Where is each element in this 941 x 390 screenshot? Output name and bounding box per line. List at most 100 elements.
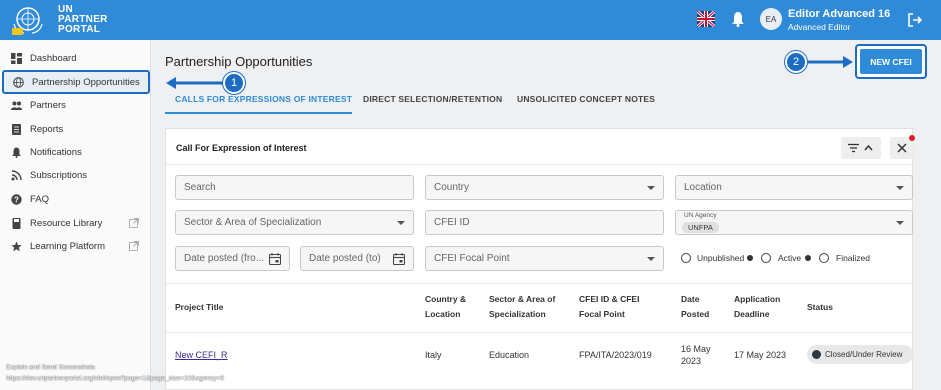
country-select-label: Country: [434, 182, 470, 193]
sidebar-item-label: Resource Library: [30, 217, 103, 229]
sector-select-label: Sector & Area of Specialization: [184, 217, 322, 228]
user-role: Advanced Editor: [788, 22, 851, 32]
sidebar-item-label: Partners: [30, 99, 66, 111]
logout-icon[interactable]: [907, 12, 923, 28]
cell-sector: Education: [489, 350, 530, 360]
un-agency-chip[interactable]: UNFPA: [682, 222, 719, 233]
bell-icon: [12, 147, 21, 158]
radio-active[interactable]: [761, 253, 771, 263]
uk-flag-icon[interactable]: [697, 11, 715, 27]
chevron-up-icon: [864, 144, 873, 151]
help-icon: ?: [11, 193, 22, 205]
focal-point-select[interactable]: CFEI Focal Point: [425, 246, 664, 271]
new-cfei-button[interactable]: NEW CFEI: [860, 49, 922, 74]
status-badge: Closed/Under Review: [807, 345, 913, 364]
date-to-input[interactable]: Date posted (to): [300, 246, 414, 271]
radio-unpublished[interactable]: [681, 253, 691, 263]
globe-icon: [13, 76, 24, 88]
location-select-label: Location: [684, 182, 722, 193]
chevron-down-icon: [647, 257, 655, 261]
sidebar-item-partnership-opportunities[interactable]: Partnership Opportunities: [2, 70, 150, 94]
date-from-input[interactable]: Date posted (fro...: [175, 246, 290, 271]
cell-country: Italy: [425, 350, 442, 360]
people-icon: [11, 101, 22, 110]
book-icon: [12, 217, 21, 229]
avatar[interactable]: EA: [760, 8, 782, 30]
overlay-caption: Explain and Send Screenshots: [6, 364, 95, 371]
report-icon: [12, 123, 21, 135]
country-select[interactable]: Country: [425, 175, 664, 200]
chevron-down-icon: [896, 186, 904, 190]
user-name[interactable]: Editor Advanced 16: [788, 8, 890, 20]
radio-active-label: Active: [778, 253, 802, 263]
table-divider: [166, 283, 912, 284]
sidebar-item-label: Learning Platform: [30, 240, 105, 252]
col-deadline[interactable]: Application Deadline: [734, 292, 780, 322]
tab-calls-for-expressions[interactable]: CALLS FOR EXPRESSIONS OF INTEREST: [175, 94, 352, 104]
overlay-url: https://dev.unpartnerportal.org/cfei/ope…: [6, 375, 224, 382]
sidebar-item-partners[interactable]: Partners: [0, 95, 151, 115]
annotation-badge-1: 1: [223, 72, 245, 94]
project-title-link[interactable]: New CEFI_R: [175, 349, 228, 361]
status-dot: [812, 350, 821, 359]
top-bar: UN PARTNER PORTAL EA Editor Advanced 16 …: [0, 0, 941, 40]
rss-icon: [11, 169, 22, 180]
col-date-posted[interactable]: Date Posted: [681, 292, 709, 322]
sidebar-item-subscriptions[interactable]: Subscriptions: [0, 165, 151, 185]
sidebar-item-faq[interactable]: ? FAQ: [0, 189, 151, 209]
col-cfei-id[interactable]: CFEI ID & CFEI Focal Point: [579, 292, 639, 322]
table-divider: [166, 332, 912, 333]
status-label: Closed/Under Review: [825, 350, 903, 359]
location-select[interactable]: Location: [675, 175, 913, 200]
tab-direct-selection[interactable]: DIRECT SELECTION/RETENTION: [363, 94, 502, 104]
annotation-badge-2: 2: [785, 51, 807, 73]
panel-header: Call For Expression of Interest: [166, 129, 915, 165]
calendar-icon[interactable]: [393, 253, 405, 265]
active-tab-indicator: [165, 112, 352, 114]
radio-unpublished-label: Unpublished: [697, 253, 745, 263]
sidebar-item-label: Notifications: [30, 146, 82, 158]
col-sector[interactable]: Sector & Area of Specialization: [489, 292, 555, 322]
sidebar-item-reports[interactable]: Reports: [0, 119, 151, 139]
info-icon: [747, 255, 753, 261]
calendar-icon[interactable]: [269, 253, 281, 265]
chevron-down-icon: [896, 221, 904, 225]
dashboard-icon: [11, 52, 22, 64]
sidebar-item-label: Dashboard: [30, 52, 77, 64]
radio-finalized-label: Finalized: [836, 253, 871, 263]
notifications-bell-icon[interactable]: [731, 11, 745, 27]
sector-select[interactable]: Sector & Area of Specialization: [175, 210, 414, 235]
close-icon: [897, 143, 907, 153]
un-agency-select[interactable]: UN Agency UNFPA: [675, 210, 913, 235]
sidebar-item-label: FAQ: [30, 193, 50, 205]
new-cfei-highlight: NEW CFEI: [855, 44, 927, 79]
col-country[interactable]: Country & Location: [425, 292, 466, 322]
radio-finalized[interactable]: [819, 253, 829, 263]
un-agency-label: UN Agency: [684, 212, 717, 219]
sidebar: Dashboard Partnership Opportunities Part…: [0, 40, 151, 390]
page-title: Partnership Opportunities: [165, 54, 313, 69]
sidebar-item-resource-library[interactable]: Resource Library: [0, 213, 151, 233]
sidebar-item-notifications[interactable]: Notifications: [0, 142, 151, 162]
external-link-icon: [129, 218, 139, 228]
info-icon: [805, 255, 811, 261]
chevron-down-icon: [647, 186, 655, 190]
col-status[interactable]: Status: [807, 300, 833, 315]
sidebar-item-label: Reports: [30, 123, 64, 135]
sidebar-item-learning-platform[interactable]: Learning Platform: [0, 236, 151, 256]
cell-date-posted: 16 May 2023: [681, 344, 711, 366]
col-project-title[interactable]: Project Title: [175, 300, 224, 315]
focal-point-label: CFEI Focal Point: [434, 253, 510, 264]
date-from-label: Date posted (fro...: [184, 253, 265, 264]
search-input[interactable]: Search: [175, 175, 414, 200]
star-icon: [11, 241, 22, 251]
sidebar-item-dashboard[interactable]: Dashboard: [0, 48, 151, 68]
tab-unsolicited-concept-notes[interactable]: UNSOLICITED CONCEPT NOTES: [517, 94, 655, 104]
active-filter-dot: [909, 135, 915, 141]
cfei-id-input[interactable]: CFEI ID: [425, 210, 664, 235]
sidebar-item-label: Subscriptions: [30, 169, 88, 181]
filter-toggle-button[interactable]: [841, 137, 881, 159]
sidebar-item-label: Partnership Opportunities: [32, 76, 140, 88]
svg-text:?: ?: [14, 195, 19, 204]
external-link-icon: [129, 241, 139, 251]
